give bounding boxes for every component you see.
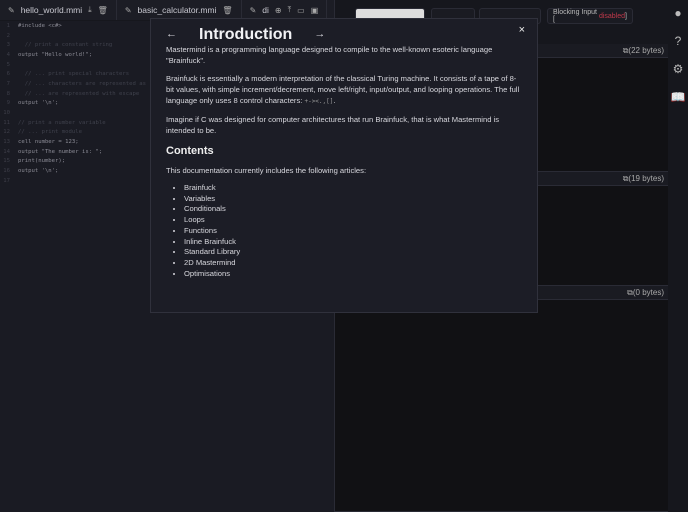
code-text: #include <c#> [18, 22, 62, 29]
blocking-input-toggle[interactable]: Blocking Input [disabled] [547, 8, 633, 24]
line-number: 10 [3, 110, 10, 117]
close-icon[interactable]: × [519, 25, 525, 36]
line-number: 3 [6, 42, 10, 49]
paragraph: Imagine if C was designed for computer a… [166, 115, 500, 135]
prev-article-button[interactable]: ← [166, 29, 177, 40]
line-number: 9 [6, 100, 10, 107]
article-title: Introduction [199, 26, 293, 43]
article-link[interactable]: Optimisations [184, 269, 522, 280]
line-number: 12 [3, 129, 10, 136]
contents-intro: This documentation currently includes th… [166, 166, 367, 175]
tab-other[interactable]: ✎ di ⊕ ⤒ ▭ ▣ [242, 0, 328, 20]
help-icon[interactable]: ? [675, 34, 682, 48]
file-tabs: ✎ hello_world.mmi ⤓ 🗑 ✎ basic_calculator.mmi… [0, 0, 334, 20]
tab-hello-world[interactable]: ✎ hello_world.mmi ⤓ 🗑 [0, 0, 117, 20]
copy-output-3[interactable]: ⧉(0 bytes) [627, 288, 664, 298]
code-text: // print a constant string [18, 42, 113, 49]
icon-sidebar: ● ? ⚙ 📖 [668, 0, 688, 512]
line-number: 5 [6, 61, 10, 68]
article-link[interactable]: Inline Brainfuck [184, 237, 522, 248]
code-text: output "The number is: "; [18, 148, 103, 155]
code-text: output "Hello world!"; [18, 51, 93, 58]
article-link[interactable]: 2D Mastermind [184, 258, 522, 269]
docs-modal: × ← Introduction → Mastermind is a progr… [150, 18, 538, 313]
line-number: 8 [6, 90, 10, 97]
article-list: BrainfuckVariablesConditionalsLoopsFunct… [166, 183, 522, 279]
docs-book-icon[interactable]: 📖 [671, 90, 686, 104]
settings-icon[interactable]: ⚙ [673, 62, 684, 76]
line-number: 13 [3, 139, 10, 146]
copy-output-1[interactable]: ⧉(22 bytes) [623, 46, 664, 56]
trash-icon[interactable]: 🗑 [98, 6, 108, 15]
trash-icon[interactable]: 🗑 [222, 6, 232, 15]
article-link[interactable]: Variables [184, 194, 522, 205]
line-number: 11 [3, 119, 10, 126]
save-icon[interactable]: ▣ [311, 6, 319, 15]
line-number: 14 [3, 148, 10, 155]
line-number: 17 [3, 177, 10, 184]
paragraph: Brainfuck is essentially a modern interp… [166, 74, 520, 105]
add-file-icon[interactable]: ⊕ [275, 6, 282, 15]
code-text: output '\n'; [18, 100, 59, 107]
edit-icon[interactable]: ✎ [250, 6, 257, 15]
folder-icon[interactable]: ▭ [297, 6, 305, 15]
article-link[interactable]: Standard Library [184, 247, 522, 258]
article-link[interactable]: Brainfuck [184, 183, 522, 194]
edit-icon[interactable]: ✎ [8, 6, 15, 15]
code-text: // print a number variable [18, 119, 106, 126]
tab-basic-calculator[interactable]: ✎ basic_calculator.mmi 🗑 [117, 0, 242, 20]
code-text: // ... print special characters [18, 71, 130, 78]
code-text: // ... are represented with escape [18, 90, 140, 97]
article-link[interactable]: Functions [184, 226, 522, 237]
code-text: // ... characters are represented as [18, 80, 146, 87]
tab-label: basic_calculator.mmi [137, 5, 217, 15]
line-number: 4 [6, 51, 10, 58]
line-number: 16 [3, 168, 10, 175]
code-snippet: +-><.,[] [304, 98, 334, 105]
tab-label: hello_world.mmi [20, 5, 83, 15]
code-text: output '\n'; [18, 168, 59, 175]
tab-label: di [262, 5, 269, 15]
download-icon[interactable]: ⤓ [88, 5, 92, 15]
output-area-3 [335, 300, 668, 512]
paragraph: Mastermind is a programming language des… [166, 45, 493, 65]
line-number: 1 [6, 22, 10, 29]
line-number: 6 [6, 71, 10, 78]
copy-output-2[interactable]: ⧉(19 bytes) [623, 174, 664, 184]
code-text: print(number); [18, 158, 66, 165]
article-link[interactable]: Conditionals [184, 204, 522, 215]
line-number: 2 [6, 32, 10, 39]
next-article-button[interactable]: → [314, 29, 325, 40]
code-text: // ... print module [18, 129, 82, 136]
contents-heading: Contents [166, 145, 214, 157]
code-text: cell number = 123; [18, 139, 79, 146]
line-number: 15 [3, 158, 10, 165]
article-link[interactable]: Loops [184, 215, 522, 226]
upload-icon[interactable]: ⤒ [288, 5, 292, 15]
github-icon[interactable]: ● [674, 6, 681, 20]
edit-icon[interactable]: ✎ [125, 6, 132, 15]
line-number: 7 [6, 80, 10, 87]
